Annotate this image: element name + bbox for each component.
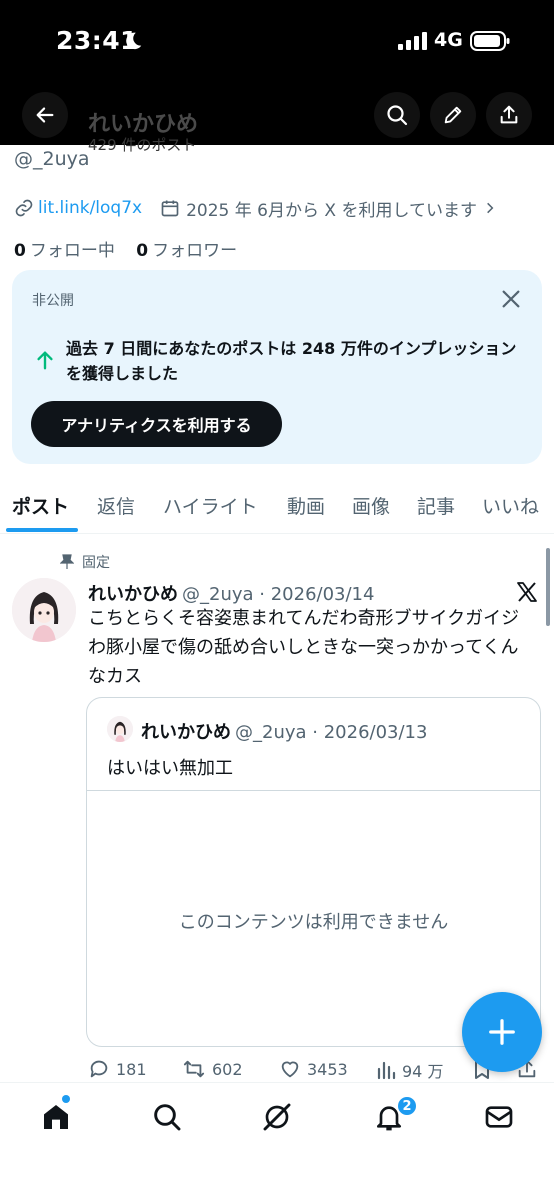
moon-icon (126, 32, 142, 50)
search-button[interactable] (374, 92, 420, 138)
reply-button[interactable]: 181 (88, 1058, 147, 1080)
grok-icon[interactable] (261, 1101, 293, 1133)
tab-posts[interactable]: ポスト (12, 492, 69, 519)
analytics-card: 非公開 過去 7 日間にあなたのポストは 248 万件のインプレッションを獲得し… (12, 270, 542, 464)
explore-search-icon[interactable] (151, 1101, 183, 1133)
home-icon[interactable] (40, 1101, 72, 1133)
tab-articles[interactable]: 記事 (417, 492, 455, 519)
nav-post-count: 429 件のポスト (88, 136, 197, 154)
quoted-avatar (107, 716, 133, 742)
network-label: 4G (434, 29, 463, 51)
profile-handle: @_2uya (14, 148, 90, 170)
tab-videos[interactable]: 動画 (287, 492, 325, 519)
author-name[interactable]: れいかひめ (88, 584, 178, 605)
followers-label: フォロワー (152, 241, 238, 261)
impressions-message: 過去 7 日間にあなたのポストは 248 万件のインプレッションを獲得しました (66, 339, 517, 383)
scrollbar[interactable] (546, 548, 550, 626)
post-header: れいかひめ @_2uya · 2026/03/14 (88, 580, 374, 606)
repost-count: 602 (212, 1059, 243, 1079)
search-icon (387, 105, 408, 126)
close-icon[interactable] (500, 288, 522, 310)
reply-count: 181 (116, 1059, 147, 1079)
link-icon (15, 199, 33, 217)
home-unread-dot (62, 1095, 70, 1103)
like-count: 3453 (307, 1059, 348, 1079)
avatar-illustration-icon (12, 578, 76, 642)
x-logo-icon (517, 582, 537, 602)
like-button[interactable]: 3453 (279, 1058, 348, 1080)
profile-meta-row: lit.link/loq7x 2025 年 6月から X を利用しています (14, 196, 497, 221)
compose-button[interactable] (462, 992, 542, 1072)
pinned-label: 固定 (82, 555, 110, 571)
tab-replies[interactable]: 返信 (97, 492, 135, 519)
bottom-nav: 2 (0, 1082, 554, 1200)
private-label: 非公開 (32, 293, 74, 309)
quoted-handle-date: @_2uya · 2026/03/13 (235, 722, 428, 743)
heart-icon (281, 1061, 299, 1078)
following-link[interactable]: 0 フォロー中 (14, 241, 115, 261)
back-arrow-icon (36, 107, 54, 123)
share-icon (500, 105, 518, 124)
tab-highlights[interactable]: ハイライト (163, 492, 258, 519)
pinned-indicator: 固定 (60, 552, 110, 572)
followers-count: 0 (136, 241, 149, 261)
edit-button[interactable] (430, 92, 476, 138)
chevron-right-icon (487, 202, 494, 214)
use-analytics-button[interactable]: アナリティクスを利用する (31, 401, 282, 447)
tab-likes[interactable]: いいね (482, 492, 539, 519)
views-button[interactable]: 94 万 (376, 1058, 443, 1082)
pin-icon (60, 554, 74, 569)
share-button[interactable] (486, 92, 532, 138)
signal-icon (398, 32, 427, 50)
calendar-icon (161, 200, 179, 217)
profile-tabs: ポスト 返信 ハイライト 動画 画像 記事 いいね (0, 476, 554, 534)
following-count: 0 (14, 241, 26, 261)
avatar[interactable] (12, 578, 76, 642)
active-tab-indicator (6, 528, 78, 532)
following-label: フォロー中 (29, 241, 115, 261)
quoted-divider (87, 790, 540, 791)
content-unavailable-message: このコンテンツは利用できません (178, 912, 449, 933)
followers-link[interactable]: 0 フォロワー (136, 241, 237, 261)
battery-icon (470, 31, 510, 51)
profile-link[interactable]: lit.link/loq7x (38, 198, 142, 218)
messages-icon[interactable] (483, 1101, 515, 1133)
top-bar: 23:41 4G れいかひめ 429 件のポスト (0, 0, 554, 154)
quoted-avatar-illustration-icon (107, 716, 133, 742)
quoted-post[interactable]: れいかひめ @_2uya · 2026/03/13 はいはい無加工 このコンテンツ… (86, 697, 541, 1047)
back-button[interactable] (22, 92, 68, 138)
reply-icon (90, 1060, 108, 1078)
joined-date[interactable]: 2025 年 6月から X を利用しています (186, 196, 477, 221)
repost-icon (183, 1060, 205, 1078)
profile-nav: れいかひめ 429 件のポスト (0, 92, 554, 154)
quoted-header: れいかひめ @_2uya · 2026/03/13 (141, 718, 427, 744)
view-count: 94 万 (402, 1062, 444, 1081)
author-handle-date[interactable]: @_2uya · 2026/03/14 (182, 584, 374, 605)
tab-images[interactable]: 画像 (352, 492, 390, 519)
status-bar: 23:41 4G (0, 22, 554, 62)
arrow-up-icon (37, 351, 53, 370)
quoted-author-name: れいかひめ (141, 722, 231, 743)
views-bars-icon (377, 1061, 396, 1080)
repost-button[interactable]: 602 (182, 1058, 243, 1080)
quoted-text: はいはい無加工 (107, 758, 233, 779)
pencil-icon (444, 106, 462, 124)
post-text: こちとらくそ容姿恵まれてんだわ奇形ブサイクガイジわ豚小屋で傷の舐め合いしときな一… (88, 608, 520, 687)
follow-counts: 0 フォロー中 0 フォロワー (14, 236, 237, 261)
plus-icon (489, 1019, 515, 1045)
notifications-badge: 2 (396, 1095, 418, 1117)
